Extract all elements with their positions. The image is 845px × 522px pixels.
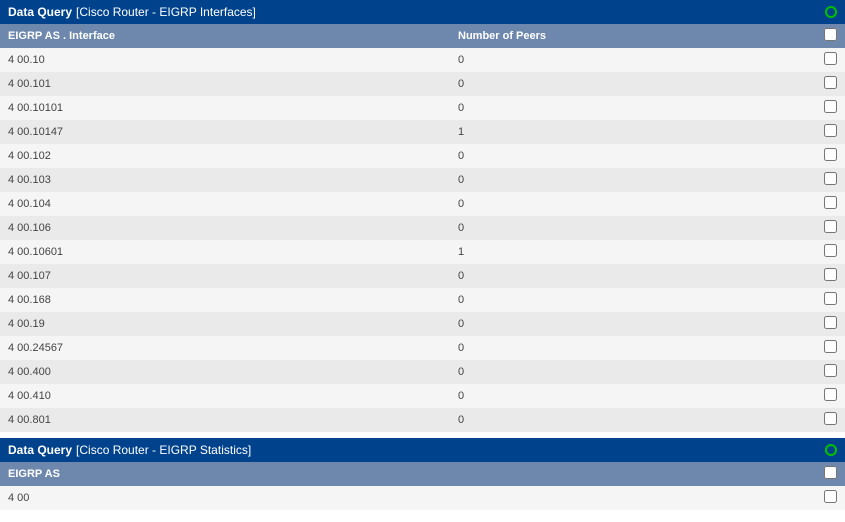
column-header-eigrp-interfaces: EIGRP AS . Interface Number of Peers <box>0 24 845 48</box>
cell-as: 4 00 <box>8 492 819 504</box>
cell-interface: 4 00.10101 <box>8 102 458 114</box>
panel-title-prefix: Data Query <box>8 5 72 19</box>
cell-interface: 4 00.19 <box>8 318 458 330</box>
reload-icon[interactable] <box>825 6 837 18</box>
cell-peers: 0 <box>458 390 819 402</box>
table-row: 4 00.245670 <box>0 336 845 360</box>
table-body-eigrp-interfaces: 4 00.1004 00.10104 00.1010104 00.1014714… <box>0 48 845 432</box>
cell-interface: 4 00.400 <box>8 366 458 378</box>
cell-interface: 4 00.24567 <box>8 342 458 354</box>
cell-interface: 4 00.168 <box>8 294 458 306</box>
cell-interface: 4 00.10 <box>8 54 458 66</box>
cell-peers: 0 <box>458 174 819 186</box>
cell-interface: 4 00.10601 <box>8 246 458 258</box>
table-row: 4 00.1030 <box>0 168 845 192</box>
cell-peers: 0 <box>458 342 819 354</box>
row-checkbox[interactable] <box>824 364 837 377</box>
panel-title-eigrp-interfaces: Data Query [Cisco Router - EIGRP Interfa… <box>0 0 845 24</box>
cell-peers: 1 <box>458 126 819 138</box>
cell-interface: 4 00.801 <box>8 414 458 426</box>
table-row: 4 00.1070 <box>0 264 845 288</box>
cell-peers: 0 <box>458 318 819 330</box>
table-row: 4 00.106011 <box>0 240 845 264</box>
cell-peers: 0 <box>458 78 819 90</box>
panel-title-bracket: [Cisco Router - EIGRP Statistics] <box>76 443 251 457</box>
table-row: 4 00.1060 <box>0 216 845 240</box>
cell-peers: 0 <box>458 294 819 306</box>
cell-peers: 1 <box>458 246 819 258</box>
cell-peers: 0 <box>458 414 819 426</box>
row-checkbox[interactable] <box>824 76 837 89</box>
cell-interface: 4 00.102 <box>8 150 458 162</box>
column-header-as: EIGRP AS <box>8 468 819 480</box>
table-row: 4 00.4100 <box>0 384 845 408</box>
cell-peers: 0 <box>458 270 819 282</box>
cell-peers: 0 <box>458 150 819 162</box>
table-row: 4 00.1680 <box>0 288 845 312</box>
cell-peers: 0 <box>458 366 819 378</box>
column-header-eigrp-statistics: EIGRP AS <box>0 462 845 486</box>
cell-interface: 4 00.101 <box>8 78 458 90</box>
cell-interface: 4 00.410 <box>8 390 458 402</box>
table-row: 4 00.4000 <box>0 360 845 384</box>
select-all-checkbox[interactable] <box>824 466 837 479</box>
table-row: 4 00.1040 <box>0 192 845 216</box>
row-checkbox[interactable] <box>824 340 837 353</box>
row-checkbox[interactable] <box>824 124 837 137</box>
select-all-checkbox[interactable] <box>824 28 837 41</box>
cell-interface: 4 00.10147 <box>8 126 458 138</box>
row-checkbox[interactable] <box>824 52 837 65</box>
cell-peers: 0 <box>458 54 819 66</box>
table-row: 4 00.1020 <box>0 144 845 168</box>
table-row: 4 00.101010 <box>0 96 845 120</box>
row-checkbox[interactable] <box>824 388 837 401</box>
row-checkbox[interactable] <box>824 148 837 161</box>
table-row: 4 00.1010 <box>0 72 845 96</box>
cell-peers: 0 <box>458 222 819 234</box>
panel-title-prefix: Data Query <box>8 443 72 457</box>
row-checkbox[interactable] <box>824 244 837 257</box>
cell-interface: 4 00.103 <box>8 174 458 186</box>
row-checkbox[interactable] <box>824 412 837 425</box>
reload-icon[interactable] <box>825 444 837 456</box>
row-checkbox[interactable] <box>824 220 837 233</box>
cell-peers: 0 <box>458 198 819 210</box>
table-row: 4 00.100 <box>0 48 845 72</box>
panel-eigrp-statistics: Data Query [Cisco Router - EIGRP Statist… <box>0 438 845 510</box>
table-row: 4 00.8010 <box>0 408 845 432</box>
column-header-peers: Number of Peers <box>458 30 819 42</box>
table-row: 4 00.190 <box>0 312 845 336</box>
panel-title-bracket: [Cisco Router - EIGRP Interfaces] <box>76 5 256 19</box>
row-checkbox[interactable] <box>824 172 837 185</box>
cell-interface: 4 00.107 <box>8 270 458 282</box>
row-checkbox[interactable] <box>824 196 837 209</box>
cell-interface: 4 00.104 <box>8 198 458 210</box>
panel-eigrp-interfaces: Data Query [Cisco Router - EIGRP Interfa… <box>0 0 845 432</box>
row-checkbox[interactable] <box>824 316 837 329</box>
row-checkbox[interactable] <box>824 292 837 305</box>
row-checkbox[interactable] <box>824 268 837 281</box>
panel-title-eigrp-statistics: Data Query [Cisco Router - EIGRP Statist… <box>0 438 845 462</box>
table-body-eigrp-statistics: 4 00 <box>0 486 845 510</box>
row-checkbox[interactable] <box>824 100 837 113</box>
table-row: 4 00.101471 <box>0 120 845 144</box>
table-row: 4 00 <box>0 486 845 510</box>
column-header-interface: EIGRP AS . Interface <box>8 30 458 42</box>
row-checkbox[interactable] <box>824 490 837 503</box>
cell-peers: 0 <box>458 102 819 114</box>
cell-interface: 4 00.106 <box>8 222 458 234</box>
